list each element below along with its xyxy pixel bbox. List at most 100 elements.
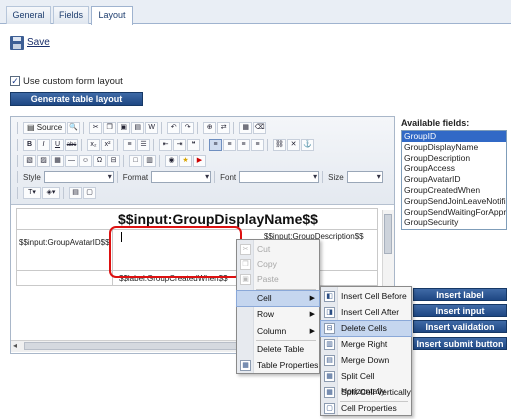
field-item[interactable]: GroupCreatedWhen bbox=[402, 185, 506, 196]
find-icon[interactable]: ⊕ bbox=[203, 122, 217, 134]
submenu-item-label: Split Cell Vertically bbox=[341, 387, 411, 397]
cut-icon: ✂ bbox=[240, 244, 251, 255]
menu-item-cell[interactable]: Cell ▶ bbox=[236, 290, 320, 307]
tab-fields[interactable]: Fields bbox=[53, 6, 89, 24]
field-item[interactable]: GroupSendJoinLeaveNotifi bbox=[402, 196, 506, 207]
size-label: Size bbox=[328, 172, 344, 182]
image-icon[interactable]: ▧ bbox=[23, 155, 36, 167]
youtube-icon[interactable]: ▶ bbox=[193, 155, 206, 167]
align-left-icon[interactable]: ≡ bbox=[209, 139, 222, 151]
align-right-icon[interactable]: ≡ bbox=[237, 139, 250, 151]
smiley-icon[interactable]: ☺ bbox=[79, 155, 92, 167]
submenu-item-merge-right[interactable]: ▥ Merge Right bbox=[321, 337, 411, 352]
available-fields-title: Available fields: bbox=[401, 118, 470, 128]
insert-label-button[interactable]: Insert label bbox=[413, 288, 507, 301]
submenu-item-merge-down[interactable]: ▤ Merge Down bbox=[321, 353, 411, 368]
numbered-list-icon[interactable]: ≡ bbox=[123, 139, 136, 151]
font-select[interactable] bbox=[239, 171, 320, 183]
about-icon[interactable]: ▢ bbox=[83, 187, 96, 199]
submenu-item-delete-cells[interactable]: ⊟ Delete Cells bbox=[320, 320, 412, 337]
replace-icon[interactable]: ⇄ bbox=[217, 122, 231, 134]
menu-item-cut[interactable]: ✂ Cut bbox=[237, 242, 319, 257]
strike-button[interactable]: abc bbox=[65, 139, 78, 151]
scroll-left-icon[interactable]: ◂ bbox=[13, 341, 17, 350]
insert-cell-before-icon: ◧ bbox=[324, 291, 335, 302]
subscript-button[interactable]: x₂ bbox=[87, 139, 100, 151]
avatar-macro[interactable]: $$input:GroupAvatarID$$ bbox=[19, 238, 110, 247]
custom-layout-checkbox[interactable]: ✓ bbox=[10, 76, 20, 86]
select-all-icon[interactable]: ▦ bbox=[239, 122, 253, 134]
field-item[interactable]: GroupID bbox=[402, 131, 506, 142]
superscript-button[interactable]: x² bbox=[101, 139, 114, 151]
undo-icon[interactable]: ↶ bbox=[167, 122, 181, 134]
align-center-icon[interactable]: ≡ bbox=[223, 139, 236, 151]
submenu-item-insert-cell-after[interactable]: ◨ Insert Cell After bbox=[321, 305, 411, 320]
paste-text-icon[interactable]: ▤ bbox=[131, 122, 145, 134]
cut-icon[interactable]: ✂ bbox=[89, 122, 103, 134]
insert-validation-label-button[interactable]: Insert validation label bbox=[413, 320, 507, 344]
field-item[interactable]: GroupAccess bbox=[402, 163, 506, 174]
preview-icon[interactable]: 🔍 bbox=[67, 122, 81, 134]
save-icon[interactable] bbox=[10, 36, 24, 50]
style-select[interactable] bbox=[43, 171, 114, 183]
anchor-icon[interactable]: ⚓ bbox=[301, 139, 314, 151]
menu-item-row[interactable]: Row ▶ bbox=[237, 307, 319, 322]
available-fields-list[interactable]: GroupID GroupDisplayName GroupDescriptio… bbox=[401, 130, 507, 230]
vertical-scroll-thumb[interactable] bbox=[384, 214, 392, 254]
menu-item-column[interactable]: Column ▶ bbox=[237, 324, 319, 339]
menu-item-table-properties[interactable]: ▦ Table Properties bbox=[237, 358, 319, 373]
menu-item-paste[interactable]: ▣ Paste bbox=[237, 272, 319, 287]
remove-format-icon[interactable]: ⌫ bbox=[253, 122, 267, 134]
format-select[interactable] bbox=[151, 171, 212, 183]
bullet-list-icon[interactable]: ☰ bbox=[137, 139, 150, 151]
horizontal-rule-icon[interactable]: ― bbox=[65, 155, 78, 167]
paste-icon[interactable]: ▣ bbox=[117, 122, 131, 134]
underline-button[interactable]: U bbox=[51, 139, 64, 151]
paste-word-icon[interactable]: W bbox=[145, 122, 159, 134]
field-item[interactable]: GroupDescription bbox=[402, 153, 506, 164]
templates-icon[interactable]: ▤ bbox=[69, 187, 82, 199]
field-item[interactable]: GroupSecurity bbox=[402, 217, 506, 228]
insert-submit-button[interactable]: Insert submit button bbox=[413, 337, 507, 350]
bold-button[interactable]: B bbox=[23, 139, 36, 151]
unlink-icon[interactable]: ✕ bbox=[287, 139, 300, 151]
menu-item-delete-table[interactable]: Delete Table bbox=[237, 342, 319, 357]
menu-item-label: Copy bbox=[257, 259, 277, 269]
flash-icon[interactable]: ▨ bbox=[37, 155, 50, 167]
source-button[interactable]: ▤ Source bbox=[23, 122, 67, 134]
field-item[interactable]: GroupAvatarID bbox=[402, 174, 506, 185]
copy-icon[interactable]: ❐ bbox=[103, 122, 117, 134]
tab-general[interactable]: General bbox=[6, 6, 51, 24]
display-name-macro[interactable]: $$input:GroupDisplayName$$ bbox=[118, 211, 318, 227]
blockquote-icon[interactable]: ❝ bbox=[187, 139, 200, 151]
table-icon[interactable]: ▦ bbox=[51, 155, 64, 167]
submenu-item-cell-properties[interactable]: ▢ Cell Properties bbox=[321, 401, 411, 416]
save-link[interactable]: Save bbox=[27, 37, 50, 48]
maximize-icon[interactable]: □ bbox=[129, 155, 142, 167]
field-item[interactable]: GroupDisplayName bbox=[402, 142, 506, 153]
show-blocks-icon[interactable]: ▥ bbox=[143, 155, 156, 167]
redo-icon[interactable]: ↷ bbox=[181, 122, 195, 134]
special-char-icon[interactable]: Ω bbox=[93, 155, 106, 167]
insert-input-button[interactable]: Insert input bbox=[413, 304, 507, 317]
page-break-icon[interactable]: ⊟ bbox=[107, 155, 120, 167]
star-icon[interactable]: ★ bbox=[179, 155, 192, 167]
submenu-item-split-vertically[interactable]: ▦ Split Cell Vertically bbox=[321, 385, 411, 400]
background-color-icon[interactable]: ◈▾ bbox=[42, 187, 60, 199]
menu-item-label: Cell bbox=[257, 293, 272, 303]
generate-table-layout-button[interactable]: Generate table layout bbox=[10, 92, 143, 106]
link-icon[interactable]: ⛓ bbox=[273, 139, 286, 151]
indent-icon[interactable]: ⇥ bbox=[173, 139, 186, 151]
delete-cells-icon: ⊟ bbox=[324, 323, 335, 334]
align-justify-icon[interactable]: ≡ bbox=[251, 139, 264, 151]
text-color-icon[interactable]: T▾ bbox=[23, 187, 41, 199]
submenu-item-split-horizontally[interactable]: ▦ Split Cell Horizontally bbox=[321, 369, 411, 396]
media-icon[interactable]: ◉ bbox=[165, 155, 178, 167]
outdent-icon[interactable]: ⇤ bbox=[159, 139, 172, 151]
italic-button[interactable]: I bbox=[37, 139, 50, 151]
tab-layout[interactable]: Layout bbox=[91, 6, 133, 25]
submenu-item-insert-cell-before[interactable]: ◧ Insert Cell Before bbox=[321, 289, 411, 304]
menu-item-copy[interactable]: ❐ Copy bbox=[237, 257, 319, 272]
size-select[interactable] bbox=[346, 171, 383, 183]
field-item[interactable]: GroupSendWaitingForAppr bbox=[402, 207, 506, 218]
